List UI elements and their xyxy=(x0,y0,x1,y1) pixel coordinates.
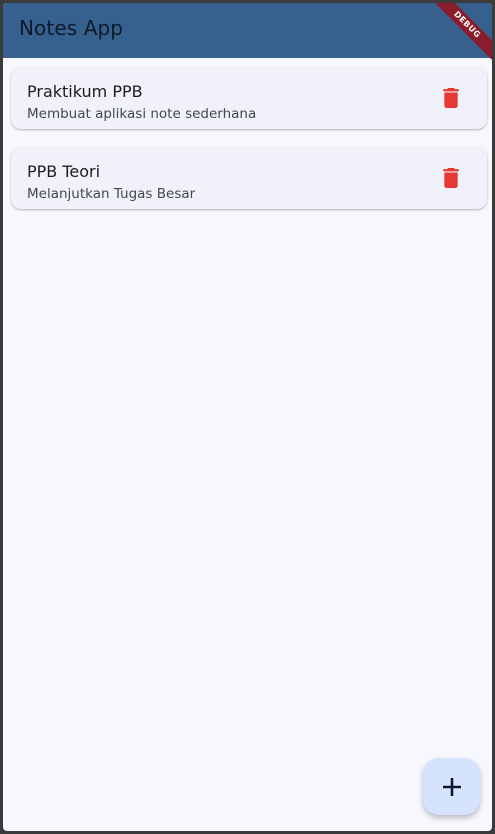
note-title: PPB Teori xyxy=(27,162,101,181)
page-title: Notes App xyxy=(19,16,124,40)
delete-note-button[interactable] xyxy=(435,162,467,194)
trash-icon xyxy=(443,168,459,188)
trash-icon xyxy=(443,88,459,108)
add-note-button[interactable] xyxy=(423,758,480,815)
note-card[interactable]: PPB Teori Melanjutkan Tugas Besar xyxy=(11,147,487,209)
app-bar: Notes App xyxy=(3,3,492,58)
app-screen: Notes App DEBUG Praktikum PPB Membuat ap… xyxy=(3,3,492,831)
note-title: Praktikum PPB xyxy=(27,82,143,101)
note-list: Praktikum PPB Membuat aplikasi note sede… xyxy=(11,67,487,227)
note-description: Membuat aplikasi note sederhana xyxy=(27,106,257,122)
note-card[interactable]: Praktikum PPB Membuat aplikasi note sede… xyxy=(11,67,487,129)
delete-note-button[interactable] xyxy=(435,82,467,114)
plus-icon xyxy=(442,777,461,796)
note-description: Melanjutkan Tugas Besar xyxy=(27,186,196,202)
